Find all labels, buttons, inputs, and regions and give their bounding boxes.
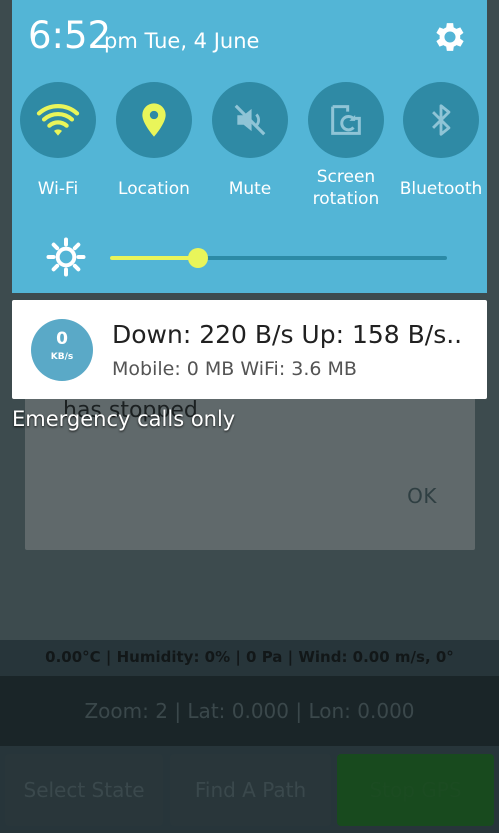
clock-time: 6:52 [28, 14, 112, 57]
screen-rotation-tile-button[interactable] [308, 82, 384, 158]
bluetooth-tile[interactable]: Bluetooth [400, 82, 482, 199]
location-tile[interactable]: Location [116, 82, 192, 199]
notification-subtitle: Mobile: 0 MB WiFi: 3.6 MB [112, 358, 357, 380]
location-pin-icon [142, 103, 166, 137]
bluetooth-tile-button[interactable] [403, 82, 479, 158]
bluetooth-tile-label: Bluetooth [399, 179, 483, 199]
brightness-icon [46, 237, 86, 277]
quick-settings-panel: 6:52 pm Tue, 4 June Wi-Fi Location Mute … [12, 0, 487, 293]
wifi-icon [36, 104, 80, 136]
bluetooth-icon [432, 104, 451, 136]
brightness-slider[interactable] [110, 248, 447, 268]
carrier-status-text: Emergency calls only [12, 407, 236, 431]
mute-icon [234, 104, 266, 136]
screen-rotation-tile[interactable]: Screen rotation [308, 82, 384, 209]
speed-meter-unit: KB/s [50, 352, 74, 362]
wifi-tile[interactable]: Wi-Fi [20, 82, 96, 199]
wifi-tile-button[interactable] [20, 82, 96, 158]
speed-meter-icon: 0 KB/s [31, 319, 93, 381]
notification-title: Down: 220 B/s Up: 158 B/s.. [112, 320, 463, 349]
speed-meter-value: 0 [56, 329, 68, 349]
location-tile-button[interactable] [116, 82, 192, 158]
brightness-slider-thumb[interactable] [187, 248, 208, 268]
mute-tile[interactable]: Mute [212, 82, 288, 199]
brightness-slider-fill [110, 256, 198, 260]
clock-date: pm Tue, 4 June [104, 29, 260, 53]
network-speed-notification[interactable]: 0 KB/s Down: 220 B/s Up: 158 B/s.. Mobil… [12, 300, 487, 399]
gear-icon[interactable] [431, 18, 469, 56]
screen-rotation-icon [331, 105, 361, 135]
mute-tile-button[interactable] [212, 82, 288, 158]
